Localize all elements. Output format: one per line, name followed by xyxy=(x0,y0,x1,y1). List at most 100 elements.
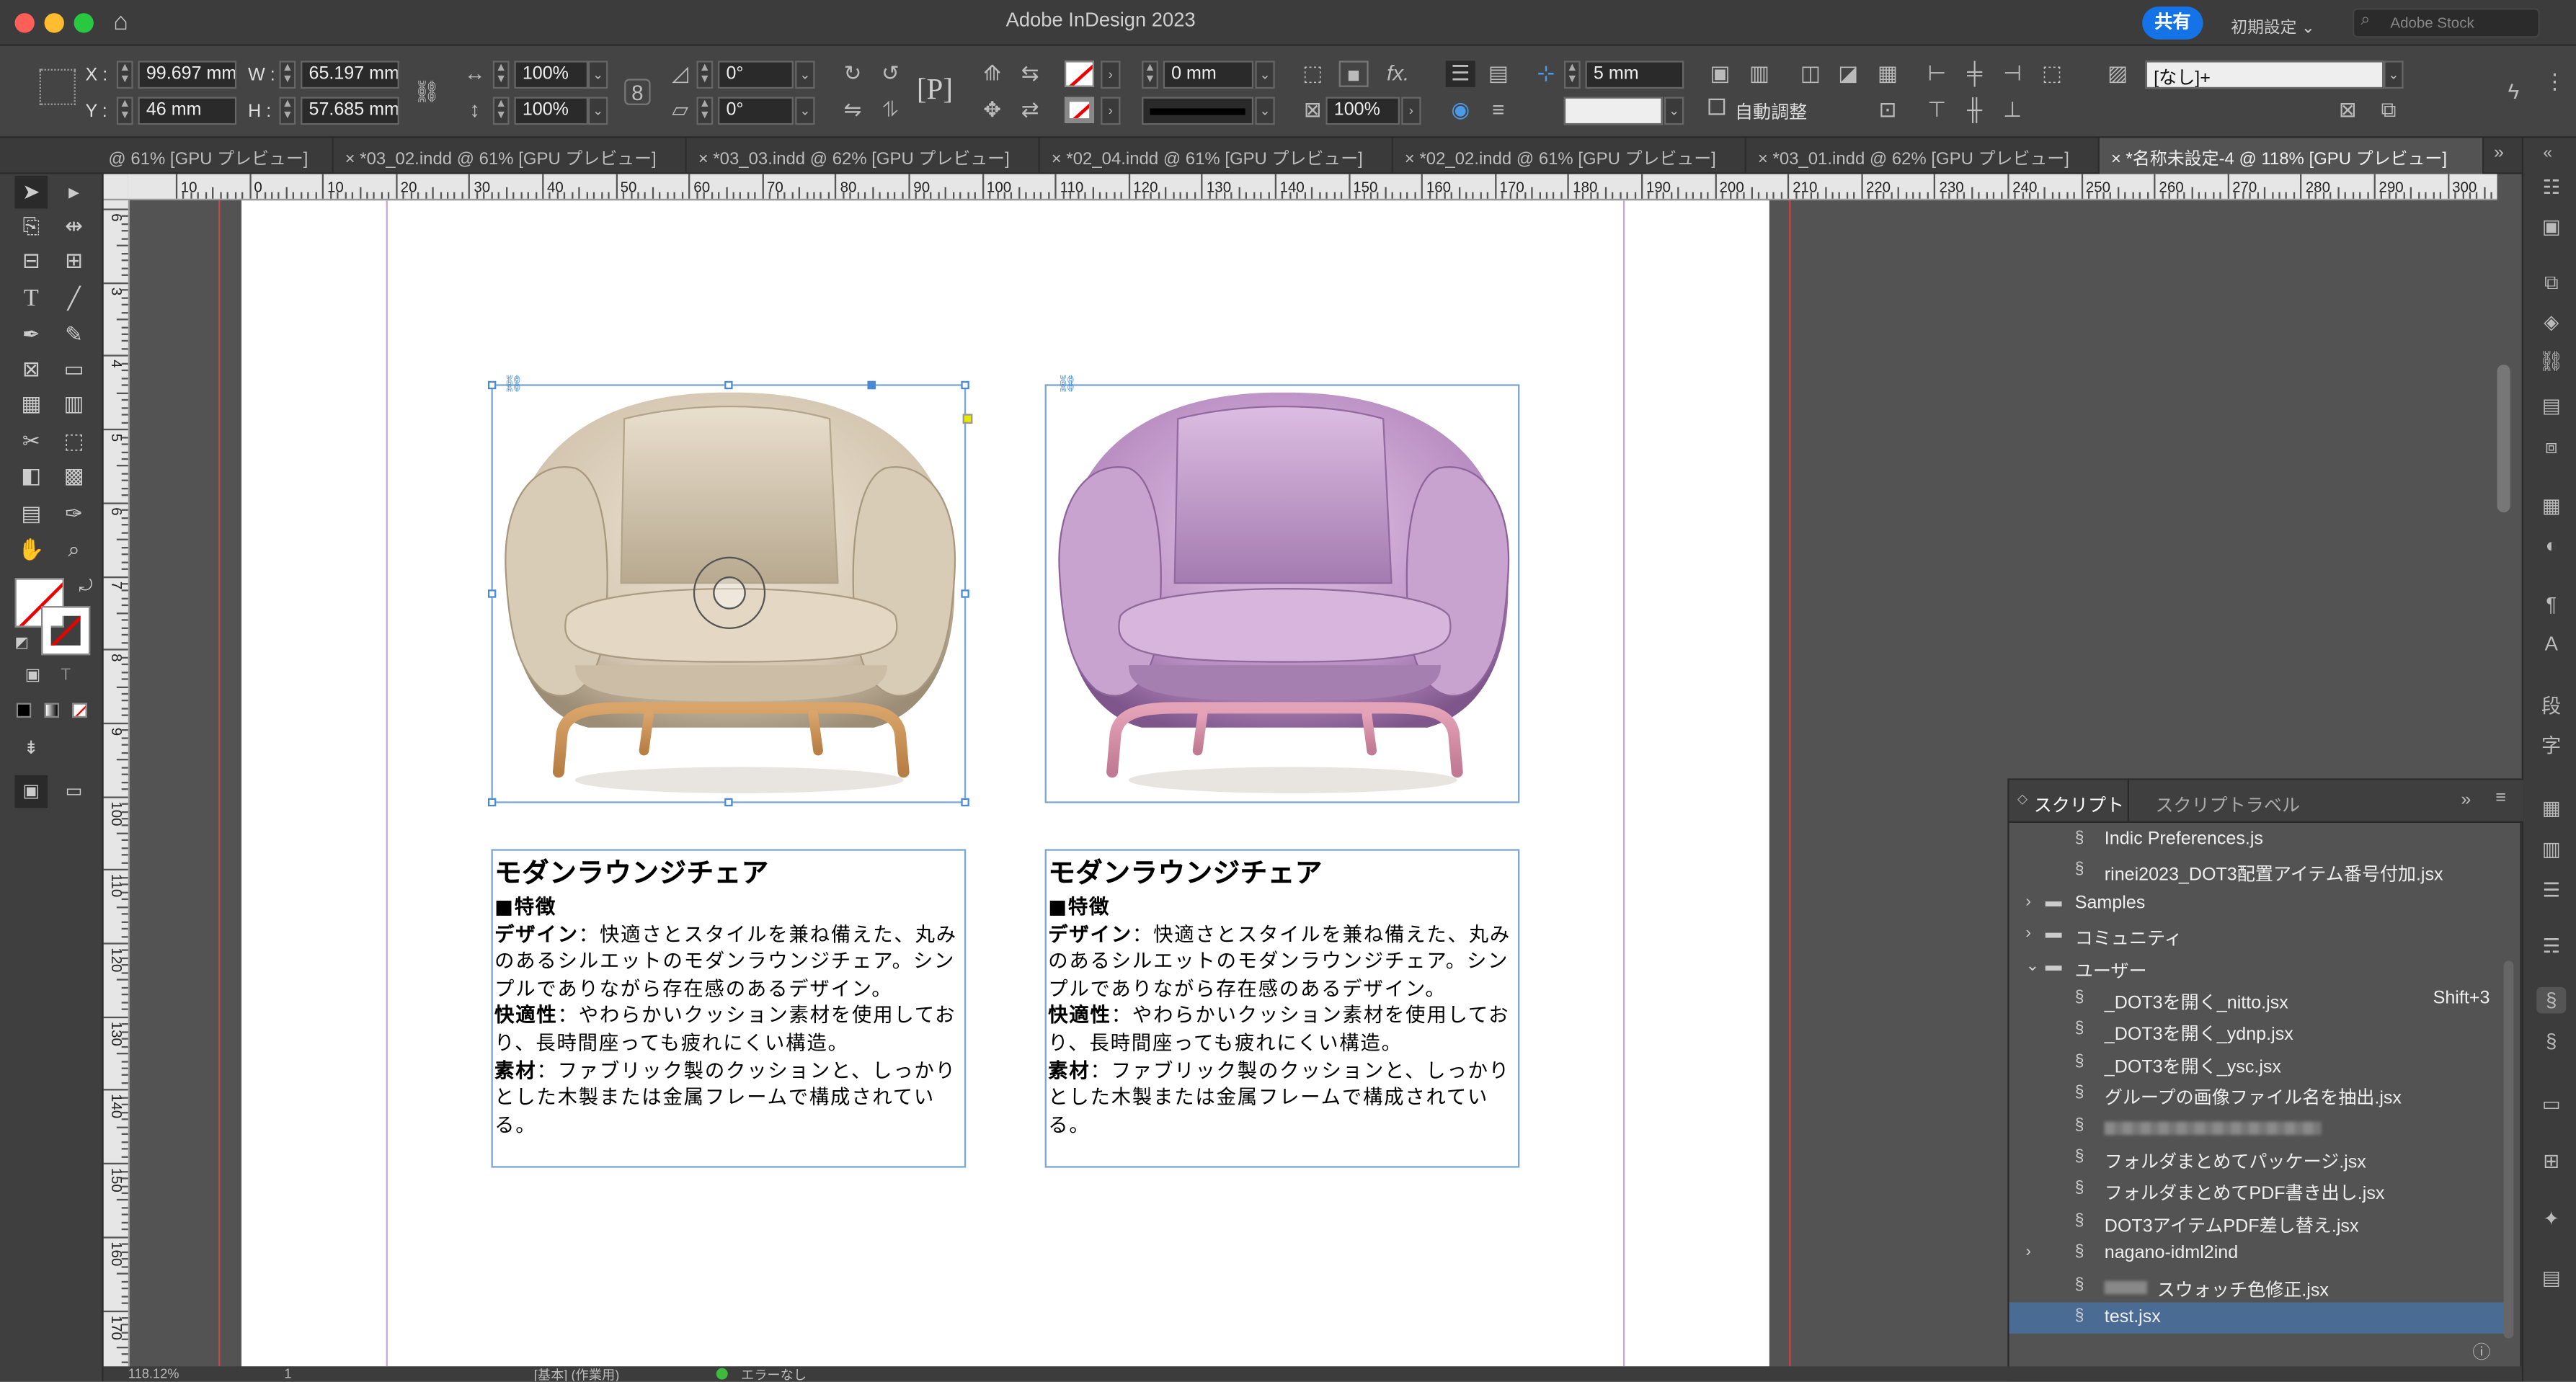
screen-mode-normal-icon[interactable]: ▣ xyxy=(14,775,48,808)
align-hcenter-icon[interactable]: ╪ xyxy=(1960,61,1989,86)
collapse-icon[interactable]: » xyxy=(2461,790,2471,809)
apply-color-icon[interactable] xyxy=(16,703,32,718)
panel-menu-icon[interactable]: ⋮ xyxy=(2540,69,2570,95)
document-page[interactable]: ⛓ ⛓ モダンラウンジチェア ■特徴 デザイン：快適さとスタイルを兼ね備えた、丸… xyxy=(241,200,1769,1367)
rotate-field[interactable]: 0° xyxy=(718,61,794,89)
chevron-right-icon[interactable]: › xyxy=(2025,925,2031,943)
selection-handle[interactable] xyxy=(961,798,969,807)
tab-document-2[interactable]: × *03_02.indd @ 61% [GPU プレビュー] xyxy=(334,138,687,174)
rectangle-tool-icon[interactable]: ▭ xyxy=(58,353,91,386)
script-list-item[interactable]: § test.jsx xyxy=(2009,1302,2505,1334)
tab-scripts[interactable]: スクリプト xyxy=(2034,792,2124,818)
fill-frame-icon[interactable]: ▣ xyxy=(1705,61,1735,86)
w-stepper[interactable]: ▲ ▼ xyxy=(279,61,296,89)
wrap-bbox-icon[interactable]: ▤ xyxy=(1483,61,1513,86)
script-list-item[interactable]: § フォルダまとめてPDF書き出し.jsx xyxy=(2009,1175,2505,1207)
x-field[interactable]: 99.697 mm xyxy=(138,61,237,89)
lightning-icon[interactable]: ϟ xyxy=(2499,79,2528,104)
flip-horizontal-icon[interactable]: ⇋ xyxy=(838,97,867,122)
selection-handle[interactable] xyxy=(487,380,497,390)
preflight-errors[interactable]: エラーなし xyxy=(741,1366,807,1381)
collapse-dock-icon[interactable]: « xyxy=(2543,145,2552,163)
selection-handle[interactable] xyxy=(867,380,876,390)
eyedropper-tool-icon[interactable]: ✑ xyxy=(58,498,91,531)
rotate-ccw-icon[interactable]: ↺ xyxy=(876,61,905,86)
paragraph-style-icon[interactable]: ¶ xyxy=(2536,592,2566,618)
script-list-item[interactable]: § xyxy=(2009,1111,2505,1143)
image-frame-1[interactable]: ⛓ xyxy=(487,376,973,807)
text-wrap-icon[interactable]: ☴ xyxy=(2536,933,2566,959)
info-icon[interactable]: ⓘ xyxy=(2472,1339,2490,1365)
link-icon[interactable]: ⛓ xyxy=(1057,376,1078,394)
scale-y-stepper[interactable]: ▲ ▼ xyxy=(492,97,510,125)
shear-stepper[interactable]: ▲ ▼ xyxy=(696,97,714,125)
pathfinder-icon[interactable]: ⧈ xyxy=(2536,434,2566,460)
gpu-icon[interactable]: ⊞ xyxy=(2536,1148,2566,1174)
vertical-scrollbar[interactable] xyxy=(2497,365,2510,513)
layers-icon[interactable]: ◈ xyxy=(2536,309,2566,335)
script-list-item[interactable]: › § nagano-idml2ind xyxy=(2009,1239,2505,1270)
align-left-icon[interactable]: ⊢ xyxy=(1922,61,1952,86)
stroke-style-icon[interactable]: ■ xyxy=(1338,61,1369,87)
close-icon[interactable]: × xyxy=(698,149,709,169)
script-list-item[interactable]: § フォルダまとめてパッケージ.jsx xyxy=(2009,1143,2505,1174)
script-list-item[interactable]: › ▬ Samples xyxy=(2009,888,2505,920)
script-list-item[interactable]: ⌄ ▬ ユーザー xyxy=(2009,952,2505,984)
wrap-none-icon[interactable]: ☰ xyxy=(1445,61,1475,87)
zoom-level[interactable]: 118.12% xyxy=(128,1366,179,1381)
info-icon[interactable]: ▤ xyxy=(2536,1265,2566,1290)
opacity-field[interactable]: 100% xyxy=(1325,97,1400,125)
chevron-down-icon[interactable]: ⌄ xyxy=(2025,957,2039,975)
tab-document-4[interactable]: × *02_04.indd @ 61% [GPU プレビュー] xyxy=(1040,138,1393,174)
swatches-icon[interactable]: ▦ xyxy=(2536,493,2566,519)
stroke-dropdown[interactable]: › xyxy=(1101,97,1121,125)
content-grabber-icon[interactable]: ⊡ xyxy=(1873,97,1902,122)
scale-x-stepper[interactable]: ▲ ▼ xyxy=(492,61,510,89)
align-vcenter-icon[interactable]: ╫ xyxy=(1960,97,1989,122)
character-icon[interactable]: 字 xyxy=(2536,733,2566,759)
align-right-icon[interactable]: ⊣ xyxy=(1998,61,2028,86)
color-icon[interactable]: ◐ xyxy=(2536,532,2566,558)
stroke-weight-dropdown[interactable]: ⌄ xyxy=(1255,61,1275,89)
paragraph-icon[interactable]: 段 xyxy=(2536,693,2566,719)
effects-icon[interactable]: ✦ xyxy=(2536,1205,2566,1231)
line-tool-icon[interactable]: ╱ xyxy=(58,282,91,316)
scripts-scrollbar[interactable] xyxy=(2503,960,2514,1339)
link-scale-icon[interactable]: 8 xyxy=(624,79,651,105)
table-style-icon[interactable]: ☰ xyxy=(2536,877,2566,903)
swap-colors-icon[interactable]: ⤾ xyxy=(79,578,92,596)
select-next-icon[interactable]: ⇄ xyxy=(1016,97,1045,122)
table-tool-icon[interactable]: ▦ xyxy=(15,388,48,421)
h-stepper[interactable]: ▲ ▼ xyxy=(279,97,296,125)
ruler-origin[interactable] xyxy=(103,174,130,201)
text-frame-1[interactable]: モダンラウンジチェア ■特徴 デザイン：快適さとスタイルを兼ね備えた、丸みのある… xyxy=(491,849,967,1168)
close-icon[interactable]: × xyxy=(1758,149,1768,169)
selection-handle[interactable] xyxy=(724,798,733,807)
corner-options-icon[interactable]: ⬚ xyxy=(1298,61,1328,86)
scripts-icon[interactable]: § xyxy=(2536,986,2567,1014)
stroke-weight-stepper[interactable]: ▲ ▼ xyxy=(1142,61,1158,89)
script-list-item[interactable]: › ▬ コミュニティ xyxy=(2009,920,2505,952)
grid-tool-icon[interactable]: ▥ xyxy=(58,388,91,421)
direct-selection-tool-icon[interactable]: ▸ xyxy=(58,176,91,209)
content-collector-icon[interactable]: ⊟ xyxy=(15,245,48,278)
zoom-tool-icon[interactable]: ⌕ xyxy=(58,534,91,567)
fx-icon[interactable]: fx. xyxy=(1383,61,1413,86)
selection-handle[interactable] xyxy=(961,380,969,390)
object-style-field[interactable]: [なし]+ xyxy=(2145,61,2384,89)
align-bottom-icon[interactable]: ⊥ xyxy=(1998,97,2028,122)
panel-menu-icon[interactable]: ≡ xyxy=(2495,788,2506,808)
apply-none-icon[interactable] xyxy=(72,703,87,718)
selection-tool-icon[interactable]: ➤ xyxy=(14,175,48,209)
tabs-overflow-icon[interactable]: » xyxy=(2494,143,2504,162)
panel-grip-icon[interactable]: ◇ xyxy=(2017,792,2028,807)
auto-fit-checkbox[interactable] xyxy=(1708,98,1726,115)
comments-icon[interactable]: ▭ xyxy=(2536,1090,2566,1116)
rotate-cw-icon[interactable]: ↻ xyxy=(838,61,867,86)
cell-style-icon[interactable]: ▥ xyxy=(2536,836,2566,862)
selection-handle[interactable] xyxy=(487,589,497,598)
script-list-item[interactable]: § スウォッチ色修正.jsx xyxy=(2009,1270,2505,1302)
flip-vertical-icon[interactable]: ⥮ xyxy=(876,97,905,122)
frame-fitting-field[interactable] xyxy=(1563,97,1663,125)
close-icon[interactable]: × xyxy=(2111,149,2121,169)
